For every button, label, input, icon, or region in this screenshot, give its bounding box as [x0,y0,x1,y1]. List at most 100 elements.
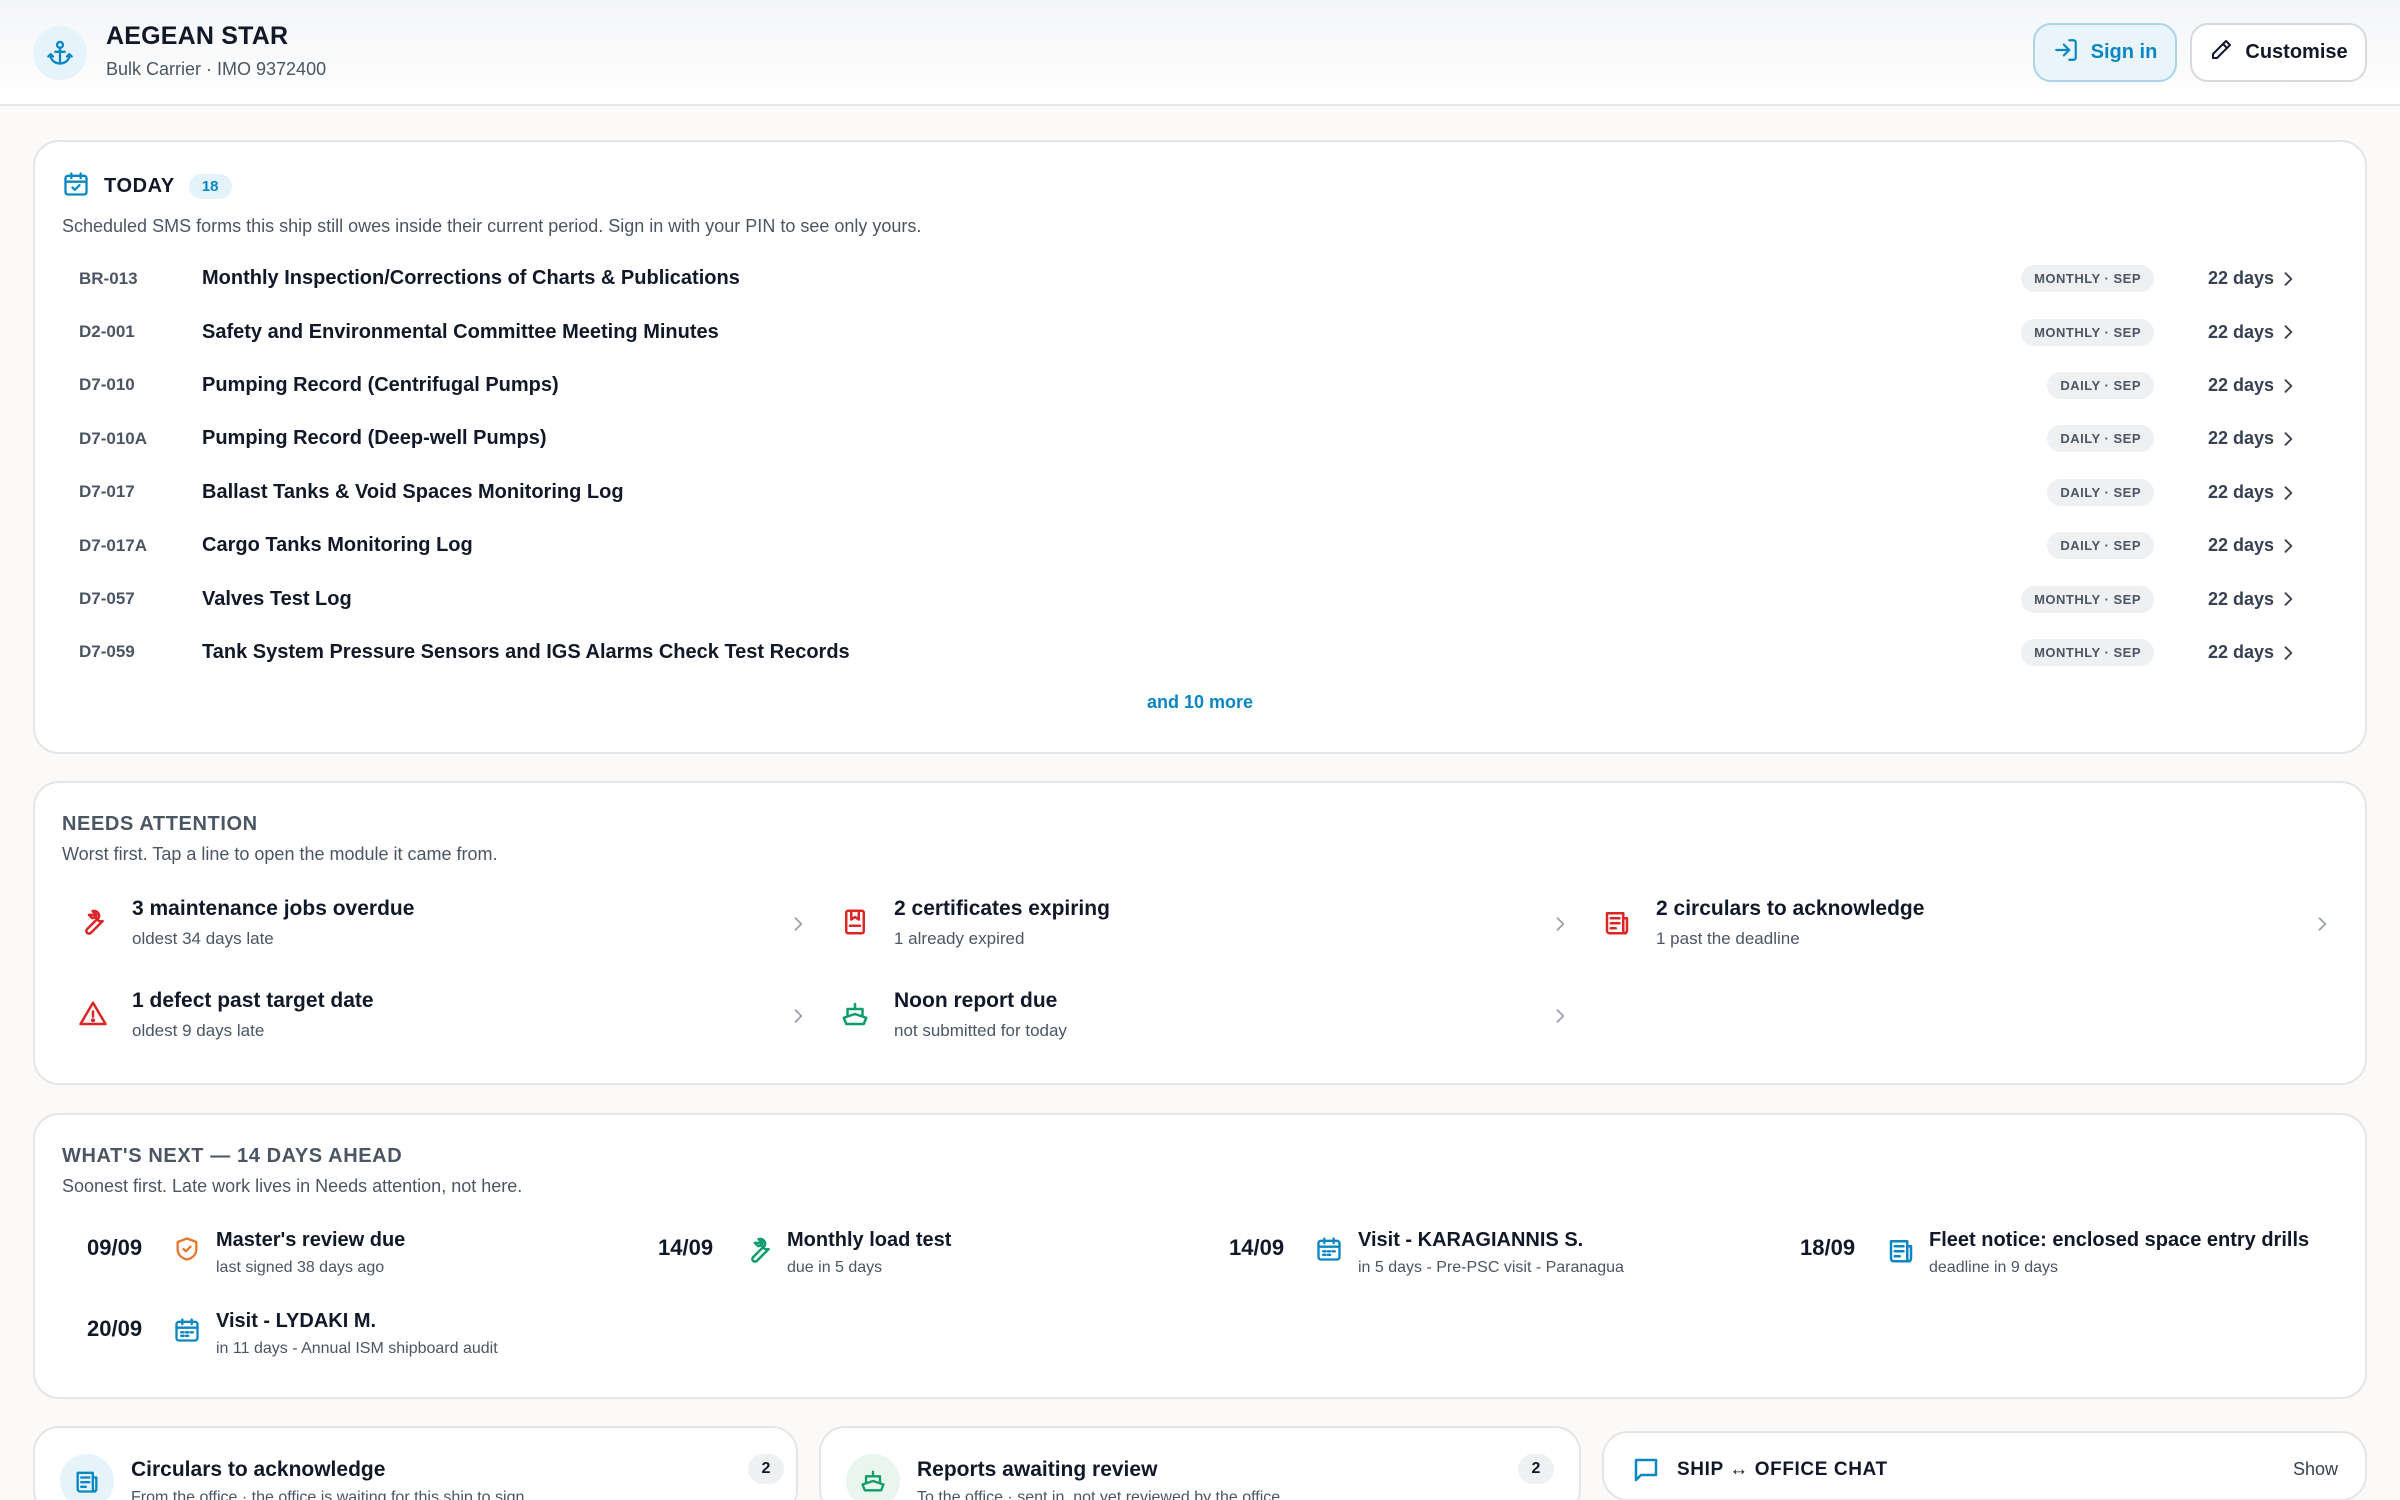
task-title: Pumping Record (Deep-well Pumps) [202,427,547,450]
task-code: D7-059 [79,642,135,662]
task-row[interactable]: D7-010A Pumping Record (Deep-well Pumps)… [62,412,2340,465]
ship-name: AEGEAN STAR [106,22,289,50]
task-code: D7-010A [79,428,148,448]
upcoming-item-subtitle: in 11 days - Annual ISM shipboard audit [216,1340,498,1357]
anchor-icon [33,26,87,80]
today-title: TODAY [104,175,175,197]
attention-item[interactable]: Noon report due not submitted for today [830,985,1570,1055]
upcoming-item-date: 18/09 [1800,1235,1856,1260]
upcoming-item-subtitle: last signed 38 days ago [216,1259,385,1276]
whats-next-description: Soonest first. Late work lives in Needs … [62,1176,523,1196]
reports-card-subtitle: To the office · sent in, not yet reviewe… [917,1489,1281,1500]
upcoming-item-subtitle: due in 5 days [787,1259,883,1276]
today-description: Scheduled SMS forms this ship still owes… [62,216,922,236]
reports-card-title: Reports awaiting review [917,1458,1158,1481]
task-list: BR-013 Monthly Inspection/Corrections of… [62,252,2340,679]
task-code: D7-057 [79,589,135,609]
chat-card[interactable]: SHIP ↔ OFFICE CHAT Show [1602,1431,2367,1500]
wrench-icon [744,1235,774,1270]
task-row[interactable]: D7-010 Pumping Record (Centrifugal Pumps… [62,359,2340,412]
task-row[interactable]: D2-001 Safety and Environmental Committe… [62,305,2340,358]
newspaper-icon [1602,907,1632,942]
ship-icon [846,1454,900,1500]
newspaper-icon [60,1454,114,1500]
upcoming-item[interactable]: 09/09 Master's review due last signed 38… [87,1227,647,1287]
task-title: Pumping Record (Centrifugal Pumps) [202,373,559,396]
task-title: Ballast Tanks & Void Spaces Monitoring L… [202,480,624,503]
today-count-badge: 18 [188,174,232,199]
chevron-right-icon [2312,914,2332,939]
upcoming-item-title: Master's review due [216,1229,406,1251]
upcoming-item-subtitle: deadline in 9 days [1929,1259,2058,1276]
task-title: Monthly Inspection/Corrections of Charts… [202,267,740,290]
chevron-right-icon [2278,322,2298,347]
attention-item-title: 2 certificates expiring [894,897,1110,920]
shield-check-icon [173,1235,201,1268]
task-days-remaining: 22 days [2207,268,2274,289]
attention-item[interactable]: 1 defect past target date oldest 9 days … [68,985,808,1055]
reports-count-badge: 2 [1518,1454,1554,1484]
task-title: Valves Test Log [202,587,352,610]
upcoming-item-date: 14/09 [1229,1235,1285,1260]
attention-item[interactable]: 2 certificates expiring 1 already expire… [830,893,1570,963]
warning-icon [78,999,108,1034]
attention-item-title: 2 circulars to acknowledge [1656,897,1925,920]
task-days-remaining: 22 days [2207,321,2274,342]
more-tasks-link[interactable]: and 10 more [35,692,2365,713]
task-title: Cargo Tanks Monitoring Log [202,534,473,557]
upcoming-item[interactable]: 14/09 Visit - KARAGIANNIS S. in 5 days -… [1229,1227,1789,1287]
needs-attention-card: NEEDS ATTENTION Worst first. Tap a line … [33,781,2367,1085]
task-code: BR-013 [79,268,138,288]
task-row[interactable]: D7-057 Valves Test Log MONTHLY · SEP 22 … [62,572,2340,625]
upcoming-item[interactable]: 18/09 Fleet notice: enclosed space entry… [1800,1227,2360,1287]
sign-in-button[interactable]: Sign in [2033,23,2177,82]
needs-attention-title: NEEDS ATTENTION [62,813,258,835]
chevron-right-icon [788,1006,808,1031]
task-code: D7-017A [79,535,148,555]
top-bar: AEGEAN STAR Bulk Carrier · IMO 9372400 S… [0,0,2400,106]
today-header: TODAY 18 [62,170,232,203]
customise-label: Customise [2245,41,2348,63]
chat-title: SHIP ↔ OFFICE CHAT [1677,1459,1888,1480]
chevron-right-icon [1550,914,1570,939]
needs-attention-description: Worst first. Tap a line to open the modu… [62,844,498,864]
upcoming-item[interactable]: 14/09 Monthly load test due in 5 days [658,1227,1218,1287]
today-card: TODAY 18 Scheduled SMS forms this ship s… [33,140,2367,754]
attention-item-subtitle: oldest 34 days late [132,929,274,948]
pencil-icon [2209,38,2233,68]
attention-item[interactable]: 2 circulars to acknowledge 1 past the de… [1592,893,2332,963]
task-period-badge: DAILY · SEP [2047,478,2154,506]
wrench-icon [78,907,108,942]
ship-icon [840,999,870,1034]
task-period-badge: DAILY · SEP [2047,371,2154,399]
task-days-remaining: 22 days [2207,481,2274,502]
chat-show-button[interactable]: Show [2293,1459,2338,1480]
task-code: D2-001 [79,322,135,342]
calendar-check-icon [62,170,90,203]
task-period-badge: DAILY · SEP [2047,425,2154,453]
upcoming-item-date: 20/09 [87,1316,143,1341]
upcoming-item[interactable]: 20/09 Visit - LYDAKI M. in 11 days - Ann… [87,1308,647,1368]
ship-subtitle: Bulk Carrier · IMO 9372400 [106,59,327,79]
chevron-right-icon [2278,643,2298,668]
sign-in-icon [2053,37,2079,69]
chevron-right-icon [2278,429,2298,454]
attention-item-subtitle: 1 past the deadline [1656,929,1800,948]
calendar-icon [173,1316,201,1349]
task-row[interactable]: D7-059 Tank System Pressure Sensors and … [62,626,2340,679]
chevron-right-icon [2278,589,2298,614]
circulars-card[interactable]: Circulars to acknowledge From the office… [33,1426,798,1500]
chevron-right-icon [1550,1006,1570,1031]
task-row[interactable]: D7-017A Cargo Tanks Monitoring Log DAILY… [62,519,2340,572]
task-row[interactable]: BR-013 Monthly Inspection/Corrections of… [62,252,2340,305]
sign-in-label: Sign in [2090,41,2158,63]
whats-next-card: WHAT'S NEXT — 14 DAYS AHEAD Soonest firs… [33,1113,2367,1399]
customise-button[interactable]: Customise [2190,23,2367,82]
task-row[interactable]: D7-017 Ballast Tanks & Void Spaces Monit… [62,466,2340,519]
attention-item[interactable]: 3 maintenance jobs overdue oldest 34 day… [68,893,808,963]
task-title: Safety and Environmental Committee Meeti… [202,320,719,343]
task-period-badge: MONTHLY · SEP [2021,638,2154,666]
upcoming-item-subtitle: in 5 days - Pre-PSC visit - Paranagua [1358,1259,1624,1276]
chevron-right-icon [2278,269,2298,294]
reports-card[interactable]: Reports awaiting review To the office · … [819,1426,1581,1500]
